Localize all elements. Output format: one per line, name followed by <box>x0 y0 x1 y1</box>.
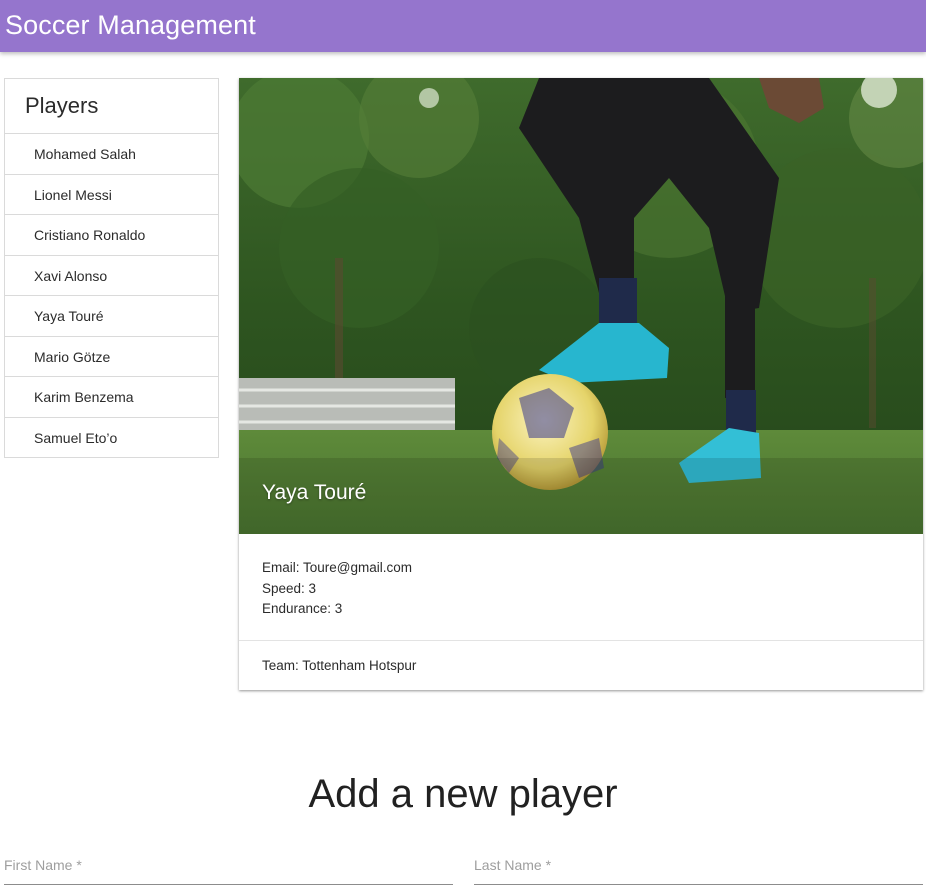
player-item-yaya-toure[interactable]: Yaya Touré <box>5 296 218 337</box>
add-player-title: Add a new player <box>308 772 618 816</box>
card-divider <box>239 640 923 641</box>
players-list: Players Mohamed Salah Lionel Messi Crist… <box>4 78 219 458</box>
player-item-mohamed-salah[interactable]: Mohamed Salah <box>5 134 218 175</box>
app-title: Soccer Management <box>5 10 256 40</box>
player-photo-caption: Yaya Touré <box>262 481 367 504</box>
player-team: Team: Tottenham Hotspur <box>262 658 417 673</box>
player-item-lionel-messi[interactable]: Lionel Messi <box>5 175 218 215</box>
player-endurance: Endurance: 3 <box>262 601 343 616</box>
players-heading: Players <box>5 79 218 134</box>
player-item-xavi-alonso[interactable]: Xavi Alonso <box>5 256 218 296</box>
player-email: Email: Toure@gmail.com <box>262 560 413 575</box>
first-name-input[interactable] <box>4 850 453 880</box>
player-item-cristiano-ronaldo[interactable]: Cristiano Ronaldo <box>5 215 218 256</box>
app-bar: Soccer Management <box>0 0 926 52</box>
player-card: Yaya Touré Email: Toure@gmail.com Speed:… <box>239 78 923 690</box>
player-item-samuel-etoo[interactable]: Samuel Eto’o <box>5 418 218 458</box>
player-photo: Yaya Touré <box>239 78 923 534</box>
player-speed: Speed: 3 <box>262 580 317 596</box>
player-item-karim-benzema[interactable]: Karim Benzema <box>5 377 218 418</box>
first-name-field <box>4 850 453 885</box>
player-item-mario-gotze[interactable]: Mario Götze <box>5 337 218 377</box>
last-name-field <box>474 850 923 885</box>
last-name-input[interactable] <box>474 850 923 880</box>
player-details: Email: Toure@gmail.com Speed: 3 Enduranc… <box>262 558 412 620</box>
